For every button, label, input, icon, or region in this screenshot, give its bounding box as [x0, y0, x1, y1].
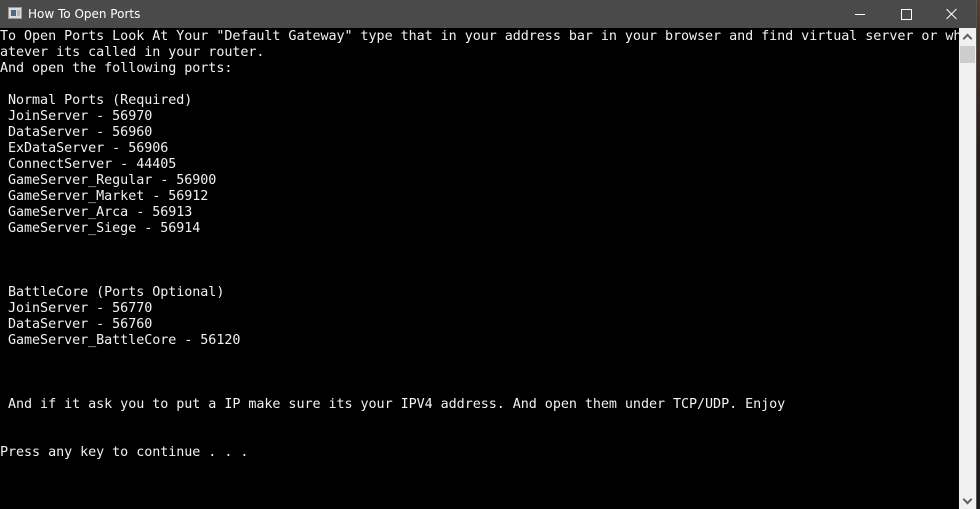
console-line: And if it ask you to put a IP make sure … — [0, 397, 786, 412]
console-line: Press any key to continue . . . — [0, 445, 249, 460]
chevron-up-icon — [962, 33, 973, 43]
console-line: And open the following ports: — [0, 61, 233, 76]
scroll-down-button[interactable] — [959, 492, 976, 509]
console-line: GameServer_Siege - 56914 — [0, 221, 201, 236]
desktop-background — [976, 0, 980, 509]
window-title: How To Open Ports — [28, 7, 141, 21]
maximize-icon — [900, 8, 912, 20]
minimize-button[interactable] — [837, 0, 883, 28]
console-line: GameServer_Market - 56912 — [0, 189, 209, 204]
console-line: DataServer - 56760 — [0, 317, 153, 332]
minimize-icon — [855, 13, 865, 15]
console-output[interactable]: To Open Ports Look At Your "Default Gate… — [0, 29, 959, 509]
maximize-button[interactable] — [883, 0, 929, 28]
console-line: JoinServer - 56770 — [0, 301, 153, 316]
vertical-scrollbar[interactable] — [959, 28, 976, 509]
console-line: To Open Ports Look At Your "Default Gate… — [0, 29, 959, 44]
console-window: How To Open Ports To Open Ports Look At … — [0, 0, 976, 509]
chevron-down-icon — [962, 494, 973, 504]
console-line: JoinServer - 56970 — [0, 109, 153, 124]
console-line: ConnectServer - 44405 — [0, 157, 177, 172]
close-icon — [946, 8, 958, 20]
console-app-icon[interactable] — [8, 7, 22, 19]
console-line: ExDataServer - 56906 — [0, 141, 169, 156]
console-line: BattleCore (Ports Optional) — [0, 285, 225, 300]
title-bar[interactable]: How To Open Ports — [0, 0, 976, 28]
console-line: atever its called in your router. — [0, 45, 265, 60]
scroll-up-button[interactable] — [959, 28, 976, 45]
console-line: Normal Ports (Required) — [0, 93, 193, 108]
close-button[interactable] — [929, 0, 975, 28]
console-line: GameServer_Arca - 56913 — [0, 205, 193, 220]
scroll-thumb[interactable] — [960, 46, 975, 63]
console-line: GameServer_BattleCore - 56120 — [0, 333, 241, 348]
console-line: DataServer - 56960 — [0, 125, 153, 140]
console-line: GameServer_Regular - 56900 — [0, 173, 217, 188]
